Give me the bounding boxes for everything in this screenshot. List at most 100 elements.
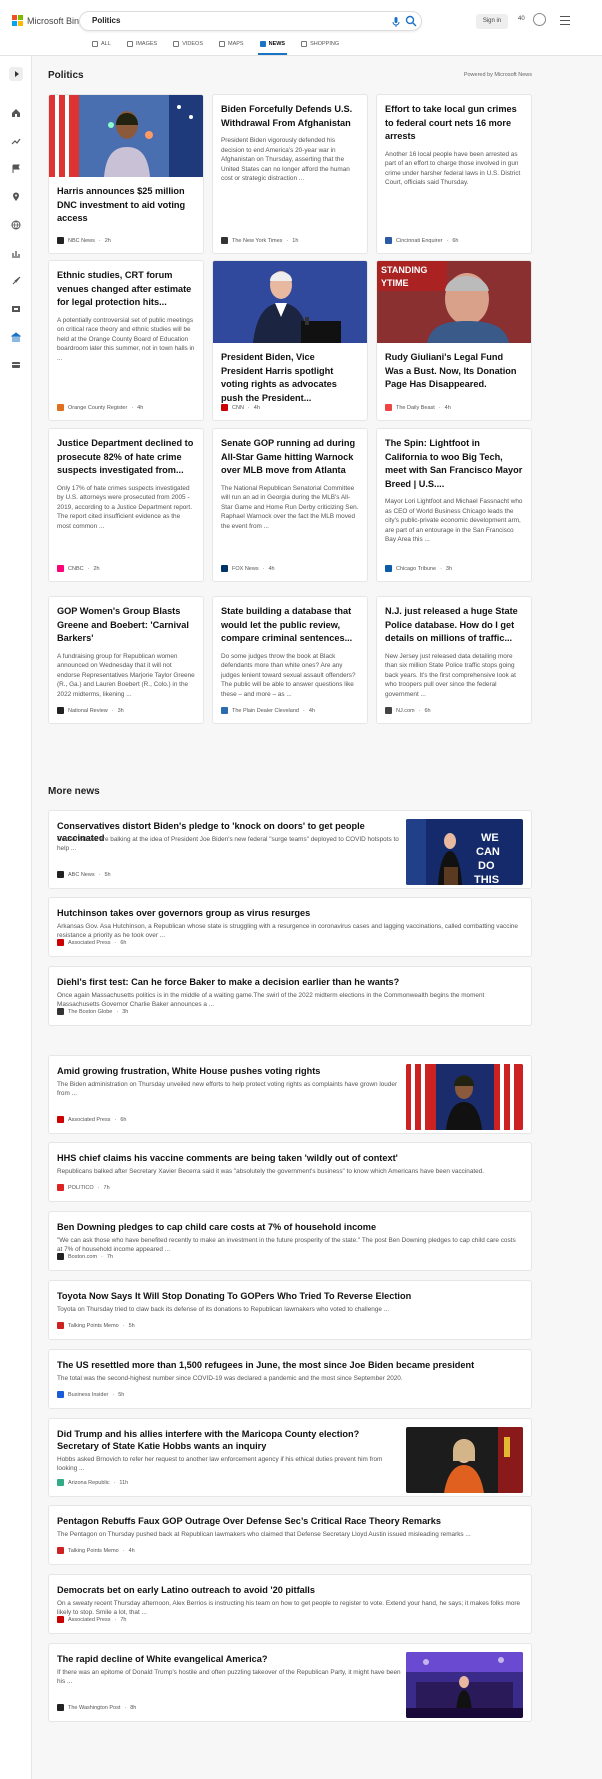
card-icon[interactable]: [9, 358, 23, 372]
bank-icon[interactable]: [9, 330, 23, 344]
rewards-points[interactable]: 40: [518, 16, 525, 22]
film-icon[interactable]: [9, 302, 23, 316]
more-news-thumbnail[interactable]: [406, 1652, 523, 1718]
bing-logo[interactable]: Microsoft Bing: [12, 15, 84, 26]
more-news-title[interactable]: Toyota Now Says It Will Stop Donating To…: [57, 1290, 521, 1302]
news-card[interactable]: STANDING YTIME Rudy Giuliani's Legal Fund …: [376, 260, 532, 421]
news-card-title[interactable]: Effort to take local gun crimes to feder…: [377, 95, 531, 144]
news-card-source[interactable]: FOX News · 4h: [221, 565, 275, 572]
more-news-item[interactable]: Diehl's first test: Can he force Baker t…: [48, 966, 532, 1026]
more-news-source[interactable]: Associated Press · 6h: [57, 939, 126, 946]
globe-icon[interactable]: [9, 218, 23, 232]
news-card-image[interactable]: [49, 95, 203, 177]
news-card-source[interactable]: Orange County Register · 4h: [57, 404, 143, 411]
news-card[interactable]: N.J. just released a huge State Police d…: [376, 596, 532, 724]
news-card[interactable]: Justice Department declined to prosecute…: [48, 428, 204, 582]
news-card[interactable]: President Biden, Vice President Harris s…: [212, 260, 368, 421]
chevron-right-icon[interactable]: [9, 67, 23, 81]
more-news-title[interactable]: HHS chief claims his vaccine comments ar…: [57, 1152, 521, 1164]
more-news-source[interactable]: Boston.com · 7h: [57, 1253, 113, 1260]
more-news-title[interactable]: Did Trump and his allies interfere with …: [57, 1428, 402, 1452]
news-card[interactable]: Biden Forcefully Defends U.S. Withdrawal…: [212, 94, 368, 254]
more-news-item[interactable]: Amid growing frustration, White House pu…: [48, 1055, 532, 1134]
news-card-title[interactable]: Harris announces $25 million DNC investm…: [49, 177, 203, 226]
more-news-item[interactable]: The US resettled more than 1,500 refugee…: [48, 1349, 532, 1409]
powered-by[interactable]: Powered by Microsoft News: [464, 72, 532, 78]
news-card-title[interactable]: Rudy Giuliani's Legal Fund Was a Bust. N…: [377, 343, 531, 392]
news-card-title[interactable]: Biden Forcefully Defends U.S. Withdrawal…: [213, 95, 367, 130]
more-news-title[interactable]: The rapid decline of White evangelical A…: [57, 1653, 402, 1665]
news-card[interactable]: GOP Women's Group Blasts Greene and Boeb…: [48, 596, 204, 724]
more-news-title[interactable]: Pentagon Rebuffs Faux GOP Outrage Over D…: [57, 1515, 521, 1527]
more-news-thumbnail[interactable]: [406, 1427, 523, 1493]
hamburger-menu-icon[interactable]: [560, 16, 570, 25]
more-news-source[interactable]: ABC News · 5h: [57, 871, 111, 878]
news-card[interactable]: The Spin: Lightfoot in California to woo…: [376, 428, 532, 582]
news-card-source[interactable]: The Daily Beast · 4h: [385, 404, 451, 411]
tab-maps[interactable]: MAPS: [211, 38, 252, 50]
search-input[interactable]: Politics: [92, 16, 120, 25]
more-news-source[interactable]: Talking Points Memo · 5h: [57, 1322, 135, 1329]
more-news-title[interactable]: Amid growing frustration, White House pu…: [57, 1065, 402, 1077]
news-card-source[interactable]: The Plain Dealer Cleveland · 4h: [221, 707, 315, 714]
more-news-source[interactable]: The Washington Post · 8h: [57, 1704, 136, 1711]
rocket-icon[interactable]: [9, 274, 23, 288]
news-card-title[interactable]: Ethnic studies, CRT forum venues changed…: [49, 261, 203, 310]
more-news-item[interactable]: Ben Downing pledges to cap child care co…: [48, 1211, 532, 1271]
more-news-title[interactable]: Diehl's first test: Can he force Baker t…: [57, 976, 521, 988]
news-card-source[interactable]: NJ.com · 6h: [385, 707, 431, 714]
news-card-title[interactable]: Justice Department declined to prosecute…: [49, 429, 203, 478]
news-card-source[interactable]: NBC News · 2h: [57, 237, 111, 244]
more-news-source[interactable]: Arizona Republic · 11h: [57, 1479, 128, 1486]
news-card[interactable]: State building a database that would let…: [212, 596, 368, 724]
microphone-icon[interactable]: [390, 16, 402, 28]
location-pin-icon[interactable]: [9, 190, 23, 204]
news-card[interactable]: Effort to take local gun crimes to feder…: [376, 94, 532, 254]
news-card[interactable]: Senate GOP running ad during All-Star Ga…: [212, 428, 368, 582]
more-news-source[interactable]: Associated Press · 6h: [57, 1116, 126, 1123]
news-card-source[interactable]: CNBC · 2h: [57, 565, 100, 572]
news-card[interactable]: Ethnic studies, CRT forum venues changed…: [48, 260, 204, 421]
more-news-title[interactable]: The US resettled more than 1,500 refugee…: [57, 1359, 521, 1371]
more-news-source[interactable]: Associated Press · 7h: [57, 1616, 126, 1623]
trending-icon[interactable]: [9, 134, 23, 148]
more-news-source[interactable]: Talking Points Memo · 4h: [57, 1547, 135, 1554]
tab-shopping[interactable]: SHOPPING: [293, 38, 347, 50]
news-card-source[interactable]: National Review · 3h: [57, 707, 124, 714]
news-card-title[interactable]: N.J. just released a huge State Police d…: [377, 597, 531, 646]
news-card[interactable]: Harris announces $25 million DNC investm…: [48, 94, 204, 254]
news-card-title[interactable]: GOP Women's Group Blasts Greene and Boeb…: [49, 597, 203, 646]
more-news-source[interactable]: The Boston Globe · 3h: [57, 1008, 128, 1015]
chart-icon[interactable]: [9, 246, 23, 260]
news-card-title[interactable]: State building a database that would let…: [213, 597, 367, 646]
home-icon[interactable]: [9, 106, 23, 120]
tab-videos[interactable]: VIDEOS: [165, 38, 211, 50]
search-icon[interactable]: [405, 15, 417, 27]
more-news-title[interactable]: Democrats bet on early Latino outreach t…: [57, 1584, 521, 1596]
more-news-source[interactable]: POLITICO · 7h: [57, 1184, 110, 1191]
tab-all[interactable]: ALL: [84, 38, 119, 50]
news-card-source[interactable]: Cincinnati Enquirer · 6h: [385, 237, 458, 244]
more-news-item[interactable]: The rapid decline of White evangelical A…: [48, 1643, 532, 1722]
more-news-title[interactable]: Ben Downing pledges to cap child care co…: [57, 1221, 521, 1233]
news-card-source[interactable]: Chicago Tribune · 3h: [385, 565, 452, 572]
sign-in-button[interactable]: Sign in: [476, 14, 508, 29]
news-card-source[interactable]: The New York Times · 1h: [221, 237, 298, 244]
more-news-item[interactable]: Hutchinson takes over governors group as…: [48, 897, 532, 957]
more-news-item[interactable]: Pentagon Rebuffs Faux GOP Outrage Over D…: [48, 1505, 532, 1565]
more-news-item[interactable]: Conservatives distort Biden's pledge to …: [48, 810, 532, 889]
news-card-title[interactable]: Senate GOP running ad during All-Star Ga…: [213, 429, 367, 478]
rewards-icon[interactable]: [533, 13, 546, 26]
more-news-title[interactable]: Hutchinson takes over governors group as…: [57, 907, 521, 919]
more-news-source[interactable]: Business Insider · 5h: [57, 1391, 124, 1398]
more-news-item[interactable]: Toyota Now Says It Will Stop Donating To…: [48, 1280, 532, 1340]
news-card-source[interactable]: CNN · 4h: [221, 404, 260, 411]
news-card-image[interactable]: STANDING YTIME: [377, 261, 531, 343]
news-card-title[interactable]: President Biden, Vice President Harris s…: [213, 343, 367, 405]
more-news-thumbnail[interactable]: [406, 1064, 523, 1130]
flag-icon[interactable]: [9, 162, 23, 176]
news-card-title[interactable]: The Spin: Lightfoot in California to woo…: [377, 429, 531, 491]
news-card-image[interactable]: [213, 261, 367, 343]
more-news-thumbnail[interactable]: WE CAN DO THIS: [406, 819, 523, 885]
more-news-item[interactable]: Democrats bet on early Latino outreach t…: [48, 1574, 532, 1634]
